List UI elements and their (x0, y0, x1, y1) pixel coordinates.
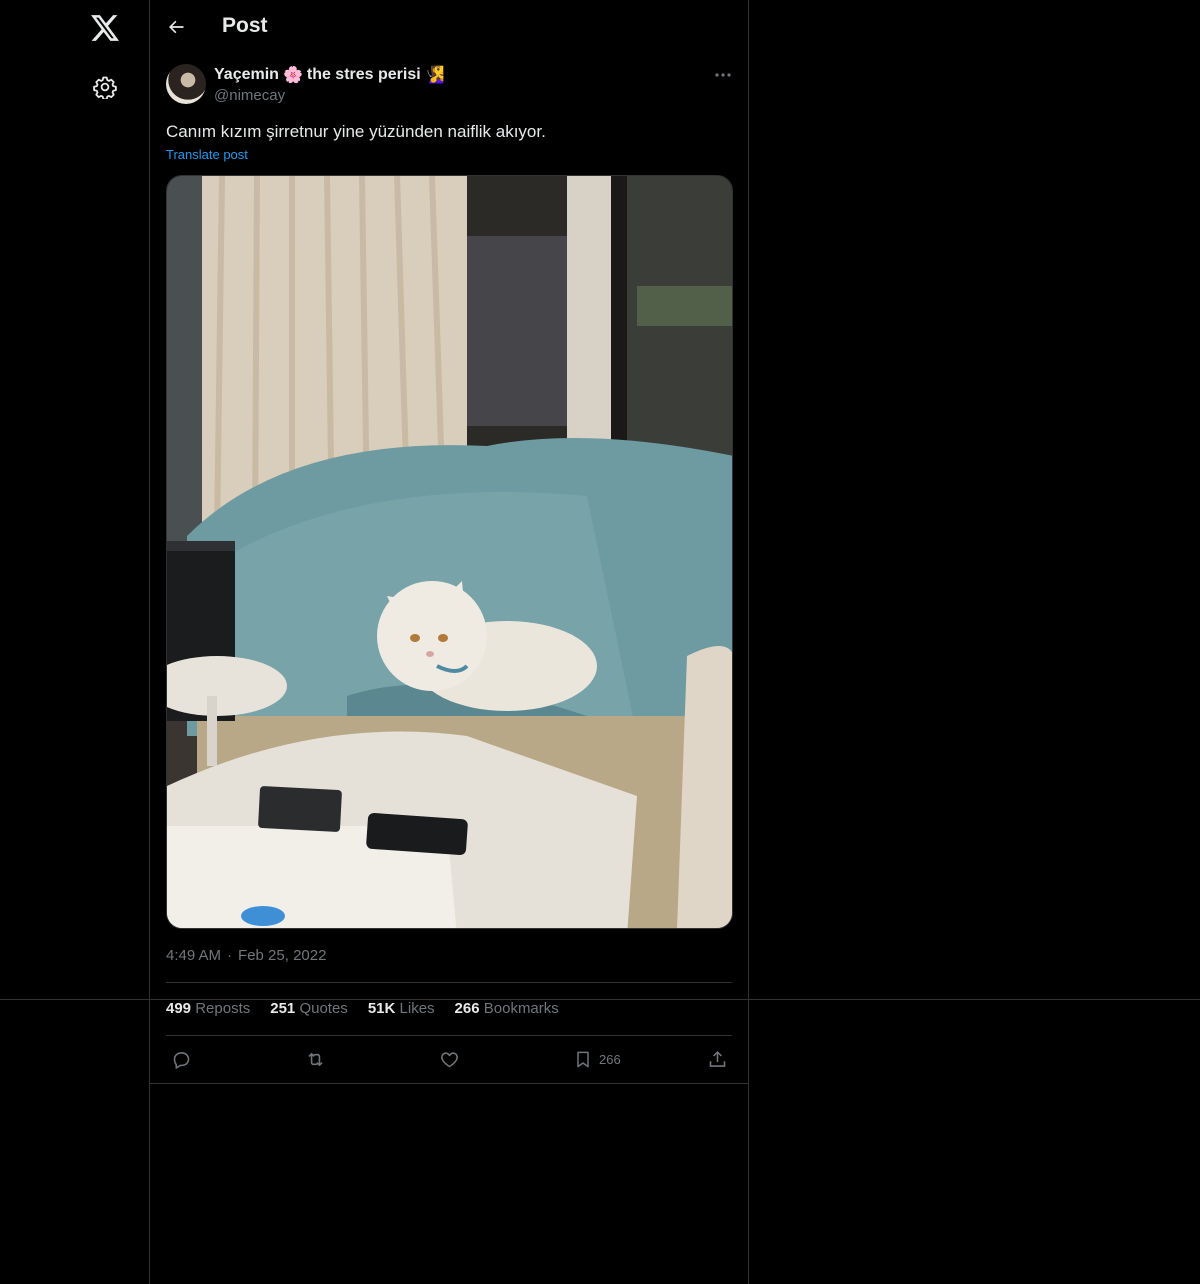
bookmarks-count: 266 (454, 1000, 480, 1017)
flower-emoji: 🌸 (282, 65, 303, 84)
timestamp-separator: · (227, 947, 233, 964)
reposts-label: Reposts (195, 1000, 251, 1017)
person-emoji: 🧏‍♀️ (424, 65, 445, 84)
share-icon (709, 1050, 726, 1067)
author-handle[interactable]: @nimecay (214, 87, 285, 104)
x-logo-icon[interactable] (89, 12, 121, 44)
page-header: Post (150, 0, 748, 54)
reply-icon (173, 1051, 190, 1069)
gear-icon[interactable] (91, 73, 119, 101)
page-title: Post (222, 14, 268, 37)
author-name-suffix: the stres perisi (306, 65, 421, 83)
more-horizontal-icon (715, 73, 731, 77)
repost-icon (308, 1052, 323, 1066)
post-date: Feb 25, 2022 (238, 947, 327, 964)
likes-count: 51K (367, 1000, 396, 1017)
post-column: Post Yaçemin 🌸 the stres perisi 🧏‍♀️ @ni… (149, 0, 749, 1284)
avatar[interactable] (166, 64, 206, 104)
bookmarks-label: Bookmarks (483, 1000, 559, 1017)
cat-photo (167, 176, 732, 928)
author-name: Yaçemin (214, 65, 279, 83)
divider (150, 1083, 748, 1084)
divider (166, 982, 732, 983)
translate-post-link[interactable]: Translate post (166, 147, 248, 162)
bookmark-icon (577, 1051, 589, 1067)
more-button[interactable] (710, 64, 736, 86)
back-button[interactable] (162, 13, 190, 41)
bookmark-button[interactable]: 266 (573, 1047, 621, 1071)
likes-stat[interactable]: 51K Likes (368, 1000, 435, 1020)
author-display-name[interactable]: Yaçemin 🌸 the stres perisi 🧏‍♀️ (214, 65, 445, 84)
like-button[interactable] (439, 1047, 460, 1071)
reply-button[interactable] (171, 1047, 192, 1071)
quotes-count: 251 (270, 1000, 296, 1017)
left-nav (0, 0, 149, 1284)
repost-button[interactable] (304, 1047, 327, 1071)
post-time: 4:49 AM (166, 947, 222, 964)
post-stats: 499 Reposts 251 Quotes 51K Likes 266 Boo… (166, 1000, 559, 1020)
action-bar: 266 (150, 1036, 748, 1083)
share-button[interactable] (707, 1047, 728, 1071)
post-text: Canım kızım şirretnur yine yüzünden naif… (166, 122, 546, 141)
arrow-left-icon (169, 20, 184, 34)
reposts-stat[interactable]: 499 Reposts (166, 1000, 250, 1020)
post-timestamp[interactable]: 4:49 AM · Feb 25, 2022 (166, 947, 326, 964)
bookmarks-stat[interactable]: 266 Bookmarks (455, 1000, 559, 1020)
likes-label: Likes (399, 1000, 435, 1017)
quotes-stat[interactable]: 251 Quotes (270, 1000, 348, 1020)
bookmark-count: 266 (599, 1051, 621, 1067)
quotes-label: Quotes (299, 1000, 348, 1017)
post-image[interactable] (166, 175, 733, 929)
reposts-count: 499 (166, 1000, 192, 1017)
heart-icon (441, 1051, 458, 1067)
